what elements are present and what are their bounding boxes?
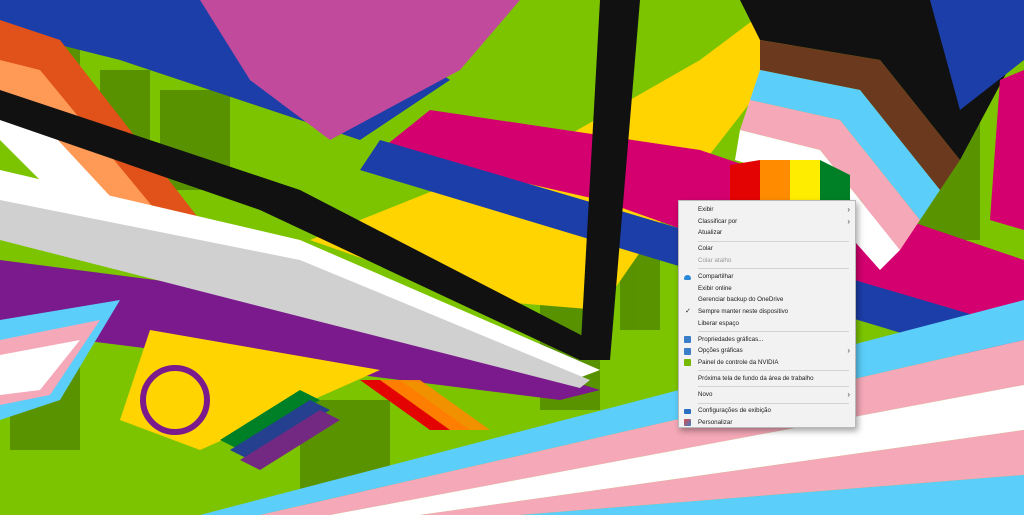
menu-item-classificar-por[interactable]: Classificar por › [679, 216, 855, 228]
menu-item-label: Opções gráficas [698, 347, 743, 355]
intel-graphics-icon [684, 347, 691, 355]
menu-item-propriedades-graficas[interactable]: Propriedades gráficas... [679, 334, 855, 346]
menu-separator [698, 386, 849, 388]
menu-item-label: Colar atalho [698, 256, 732, 264]
menu-separator [698, 330, 849, 332]
menu-item-compartilhar[interactable]: Compartilhar [679, 271, 855, 283]
menu-separator [698, 370, 849, 372]
menu-item-label: Painel de controle da NVIDIA [698, 358, 779, 366]
menu-item-label: Liberar espaço [698, 319, 739, 327]
nvidia-icon [684, 359, 691, 367]
menu-item-label: Propriedades gráficas... [698, 335, 764, 343]
desktop-wallpaper [0, 0, 1024, 515]
menu-item-label: Compartilhar [698, 273, 734, 281]
menu-item-exibir[interactable]: Exibir › [679, 204, 855, 216]
menu-item-novo[interactable]: Novo › [679, 389, 855, 401]
menu-item-atualizar[interactable]: Atualizar [679, 227, 855, 239]
menu-item-configuracoes-de-exibicao[interactable]: Configurações de exibição [679, 405, 855, 417]
personalize-icon [684, 419, 691, 427]
menu-item-colar[interactable]: Colar [679, 243, 855, 255]
menu-item-opcoes-graficas[interactable]: Opções gráficas › [679, 345, 855, 357]
chevron-right-icon: › [847, 205, 850, 214]
menu-item-label: Personalizar [698, 419, 733, 427]
menu-item-painel-de-controle-da-nvidia[interactable]: Painel de controle da NVIDIA [679, 357, 855, 369]
menu-item-label: Atualizar [698, 229, 723, 237]
menu-item-proxima-tela-de-fundo-da-area-de-trabalho[interactable]: Próxima tela de fundo da área de trabalh… [679, 373, 855, 385]
desktop-context-menu: Exibir › Classificar por › Atualizar Colar Col… [678, 200, 856, 428]
menu-item-label: Exibir online [698, 284, 732, 292]
menu-item-label: Sempre manter neste dispositivo [698, 307, 789, 315]
menu-separator [698, 268, 849, 270]
intel-graphics-icon [684, 336, 691, 344]
menu-item-label: Exibir [698, 206, 714, 213]
menu-item-colar-atalho: Colar atalho [679, 255, 855, 267]
menu-item-label: Próxima tela de fundo da área de trabalh… [698, 375, 814, 383]
menu-item-label: Configurações de exibição [698, 407, 771, 415]
onedrive-cloud-icon [684, 274, 691, 280]
menu-item-exibir-online[interactable]: Exibir online [679, 283, 855, 295]
display-settings-icon [684, 408, 691, 414]
checkmark-icon: ✓ [685, 307, 691, 315]
chevron-right-icon: › [847, 216, 850, 226]
menu-item-label: Colar [698, 245, 713, 253]
menu-separator [698, 240, 849, 242]
menu-item-label: Novo [698, 391, 713, 399]
chevron-right-icon: › [847, 390, 850, 400]
menu-item-sempre-manter-neste-dispositivo[interactable]: ✓ Sempre manter neste dispositivo [679, 306, 855, 318]
menu-item-label: Classificar por [698, 217, 738, 225]
chevron-right-icon: › [847, 346, 850, 356]
menu-item-gerenciar-backup-do-onedrive[interactable]: Gerenciar backup do OneDrive [679, 294, 855, 306]
menu-item-personalizar[interactable]: Personalizar [679, 417, 855, 429]
menu-item-label: Gerenciar backup do OneDrive [698, 296, 784, 304]
menu-item-liberar-espaco[interactable]: Liberar espaço [679, 318, 855, 330]
menu-separator [698, 402, 849, 404]
